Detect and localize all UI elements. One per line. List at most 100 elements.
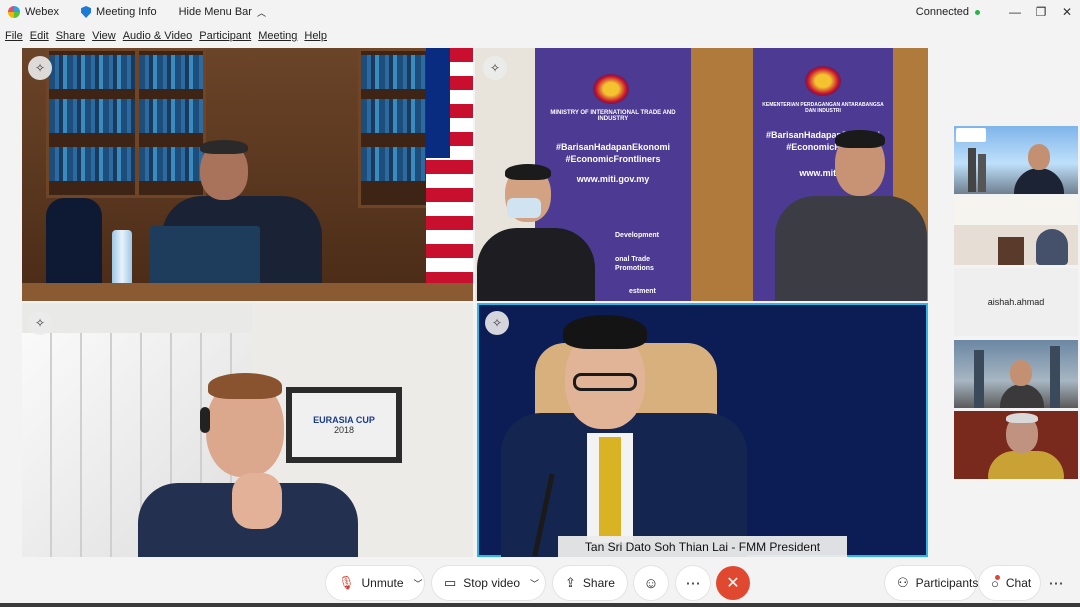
share-button[interactable]: ⇪ Share (553, 566, 627, 600)
participant-body (1014, 168, 1064, 194)
video-camera-icon: ▭ (444, 575, 457, 590)
participant-thumbnail-2[interactable] (954, 197, 1078, 265)
frame-year-text: 2018 (333, 425, 355, 435)
unmute-label: Unmute (361, 576, 404, 590)
stop-video-button[interactable]: ▭ Stop video ﹀ (432, 566, 545, 600)
menu-meeting[interactable]: Meeting (258, 30, 297, 42)
participant-thumbnail-4[interactable] (954, 340, 1078, 408)
share-icon: ⇪ (565, 575, 576, 590)
tower (1050, 346, 1060, 408)
desk (22, 283, 473, 301)
meeting-info-label: Meeting Info (96, 6, 157, 18)
participant-hair (208, 373, 282, 399)
tower (978, 154, 986, 192)
meeting-controls: 🎙︎ Unmute ﹀ ▭ Stop video ﹀ ⇪ Share ☺ ⋯ ✕… (0, 563, 1080, 603)
menu-participant[interactable]: Participant (199, 30, 251, 42)
hide-menu-bar-button[interactable]: Hide Menu Bar ︿ (179, 6, 266, 19)
furniture (998, 237, 1024, 265)
participants-button[interactable]: ⚇ Participants (885, 566, 979, 600)
app-name: Webex (25, 6, 60, 18)
shield-icon (81, 6, 92, 18)
pin-icon[interactable]: ✧ (28, 56, 52, 80)
restore-button[interactable]: ❐ (1028, 5, 1054, 19)
banner-url: www.miti.gov.my (576, 174, 650, 184)
participant-body (477, 228, 595, 301)
meeting-info-button[interactable]: Meeting Info (81, 6, 157, 18)
tower (974, 350, 984, 408)
banner-small-text: estment (629, 288, 656, 295)
logo-badge (956, 128, 986, 142)
more-options-button[interactable]: ⋯ (676, 566, 710, 600)
window-controls: Connected — ❐ ✕ (916, 0, 1080, 24)
participant-thumbnail-5[interactable] (954, 411, 1078, 479)
ellipsis-icon: ⋯ (685, 575, 701, 592)
tie (599, 437, 621, 537)
glasses (573, 373, 637, 391)
pin-icon[interactable]: ✧ (28, 311, 52, 335)
bookshelf (46, 48, 138, 198)
participant-body (1000, 384, 1044, 408)
banner-small-text: Promotions (615, 265, 654, 272)
mic-off-icon: 🎙︎ (338, 575, 355, 590)
menu-bar: File Edit Share View Audio & Video Parti… (0, 26, 329, 46)
chevron-up-icon: ︿ (256, 7, 266, 18)
wall-frame: EURASIA CUP 2018 (286, 387, 402, 463)
pin-icon[interactable]: ✧ (483, 56, 507, 80)
banner-small-text: onal Trade (615, 256, 651, 263)
reactions-button[interactable]: ☺ (634, 566, 668, 600)
minimize-button[interactable]: — (1002, 5, 1028, 19)
participant-body (988, 451, 1064, 479)
participant-body (775, 196, 927, 301)
video-tile-1[interactable]: ✧ (22, 48, 473, 301)
menu-audio-video[interactable]: Audio & Video (123, 30, 193, 42)
participant-hands (232, 473, 282, 529)
connected-dot-icon (975, 9, 980, 15)
menu-help[interactable]: Help (304, 30, 327, 42)
unread-dot (994, 574, 1000, 580)
participant-hair (563, 315, 647, 349)
close-icon: ✕ (726, 575, 740, 592)
menu-view[interactable]: View (92, 30, 116, 42)
unmute-button[interactable]: 🎙︎ Unmute ﹀ (326, 566, 424, 600)
menu-edit[interactable]: Edit (30, 30, 49, 42)
participant-hijab (1036, 229, 1068, 265)
menu-share[interactable]: Share (56, 30, 85, 42)
participant-head (1028, 144, 1050, 170)
frame-brand-text: EURASIA CUP (313, 415, 375, 425)
participant-head (1010, 360, 1032, 386)
leave-meeting-button[interactable]: ✕ (716, 566, 750, 600)
participant-thumbnail-1[interactable] (954, 126, 1078, 194)
chevron-down-icon[interactable]: ﹀ (414, 577, 423, 590)
connection-status: Connected (916, 6, 980, 18)
tower (968, 148, 976, 192)
pin-icon[interactable]: ✧ (485, 311, 509, 335)
participant-hair (505, 164, 551, 180)
video-tile-active-speaker[interactable]: Tan Sri Dato Soh Thian Lai - FMM Preside… (477, 303, 928, 557)
share-label: Share (582, 576, 615, 590)
participant-hair (835, 130, 885, 148)
wall-panel (691, 48, 753, 301)
ceiling (954, 197, 1078, 225)
coat-of-arms-icon (805, 66, 841, 96)
title-bar: Webex Meeting Info Hide Menu Bar ︿ Conne… (0, 0, 1080, 24)
smiley-icon: ☺ (643, 574, 659, 592)
person-icon: ⚇ (897, 575, 909, 590)
more-panels-button[interactable]: ⋯ (1039, 566, 1073, 600)
participant-thumbnail-3[interactable]: aishah.ahmad (954, 268, 1078, 336)
app-title: Webex (8, 6, 59, 18)
participants-label: Participants (915, 576, 979, 590)
menu-file[interactable]: File (5, 30, 23, 42)
close-window-button[interactable]: ✕ (1054, 5, 1080, 19)
connection-status-label: Connected (915, 6, 969, 18)
participant-name-label: aishah.ahmad (954, 268, 1078, 336)
chat-button[interactable]: ○ Chat (979, 566, 1040, 600)
video-tile-3[interactable]: EURASIA CUP 2018 ✧ (22, 303, 473, 557)
hide-menu-bar-label: Hide Menu Bar (178, 6, 252, 18)
bookshelf (358, 48, 430, 208)
video-tile-2[interactable]: MINISTRY OF INTERNATIONAL TRADE AND INDU… (475, 48, 928, 301)
chevron-down-icon[interactable]: ﹀ (530, 577, 539, 590)
banner-ministry-text: MINISTRY OF INTERNATIONAL TRADE AND INDU… (550, 110, 676, 122)
active-speaker-name: Tan Sri Dato Soh Thian Lai - FMM Preside… (558, 536, 847, 557)
taskbar-edge (0, 603, 1080, 607)
bookshelf (136, 48, 206, 198)
